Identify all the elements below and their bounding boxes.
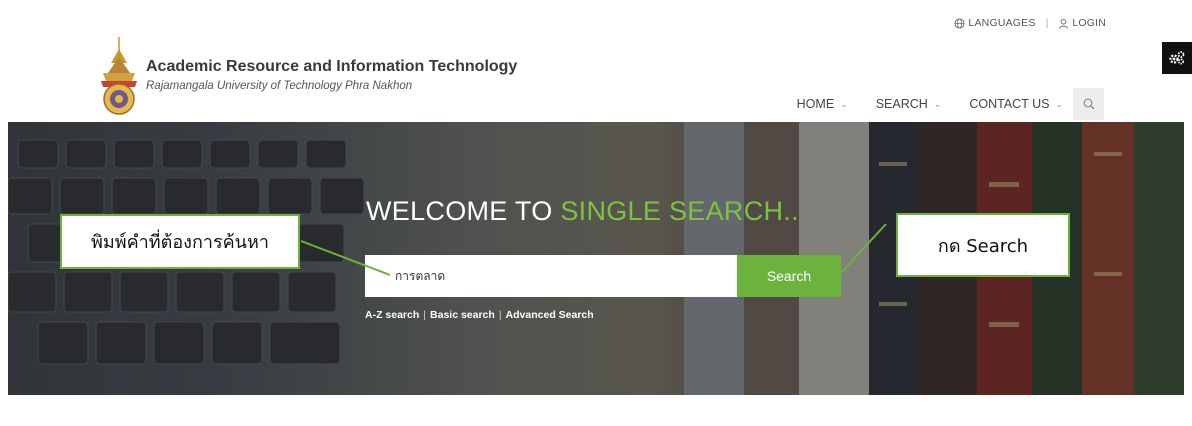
link-divider: | xyxy=(423,309,427,321)
globe-icon xyxy=(954,17,965,29)
utility-bar: LANGUAGES | LOGIN xyxy=(954,17,1106,29)
welcome-heading: WELCOME TO SINGLE SEARCH.. xyxy=(366,196,799,227)
search-button[interactable]: Search xyxy=(737,255,841,297)
search-input[interactable]: การตลาด xyxy=(365,255,737,297)
chevron-down-icon: ⌄ xyxy=(840,98,848,109)
nav-search-label: SEARCH xyxy=(875,97,928,111)
nav-search-button[interactable] xyxy=(1073,88,1104,120)
chevron-down-icon: ⌄ xyxy=(1055,98,1063,109)
basic-search-link[interactable]: Basic search xyxy=(430,309,495,321)
callout-type-keyword: พิมพ์คำที่ต้องการค้นหา xyxy=(60,214,300,269)
languages-label: LANGUAGES xyxy=(968,17,1036,29)
university-logo[interactable] xyxy=(99,37,139,117)
search-icon xyxy=(1083,98,1094,110)
gears-icon xyxy=(1169,51,1185,65)
user-icon xyxy=(1059,18,1069,29)
login-link[interactable]: LOGIN xyxy=(1058,17,1106,29)
callout-press-search: กด Search xyxy=(896,213,1070,277)
link-divider: | xyxy=(498,309,502,321)
main-nav: HOME ⌄ SEARCH ⌄ CONTACT US ⌄ xyxy=(797,88,1104,120)
chevron-down-icon: ⌄ xyxy=(933,98,942,109)
nav-contact-label: CONTACT US xyxy=(969,97,1050,111)
site-subtitle: Rajamangala University of Technology Phr… xyxy=(146,80,413,92)
search-mode-links: A-Z search | Basic search | Advanced Sea… xyxy=(365,309,594,321)
welcome-accent: SINGLE SEARCH.. xyxy=(560,196,799,226)
util-divider: | xyxy=(1045,17,1049,29)
settings-toggle[interactable] xyxy=(1162,42,1192,74)
nav-contact-us[interactable]: CONTACT US ⌄ xyxy=(969,97,1063,111)
advanced-search-link[interactable]: Advanced Search xyxy=(506,309,594,321)
nav-search[interactable]: SEARCH ⌄ xyxy=(876,97,942,111)
languages-link[interactable]: LANGUAGES xyxy=(954,17,1035,29)
nav-home-label: HOME xyxy=(796,97,835,111)
site-title[interactable]: Academic Resource and Information Techno… xyxy=(146,58,517,76)
az-search-link[interactable]: A-Z search xyxy=(365,309,419,321)
nav-home[interactable]: HOME ⌄ xyxy=(797,97,848,111)
welcome-prefix: WELCOME TO xyxy=(366,196,553,226)
login-label: LOGIN xyxy=(1072,17,1106,29)
